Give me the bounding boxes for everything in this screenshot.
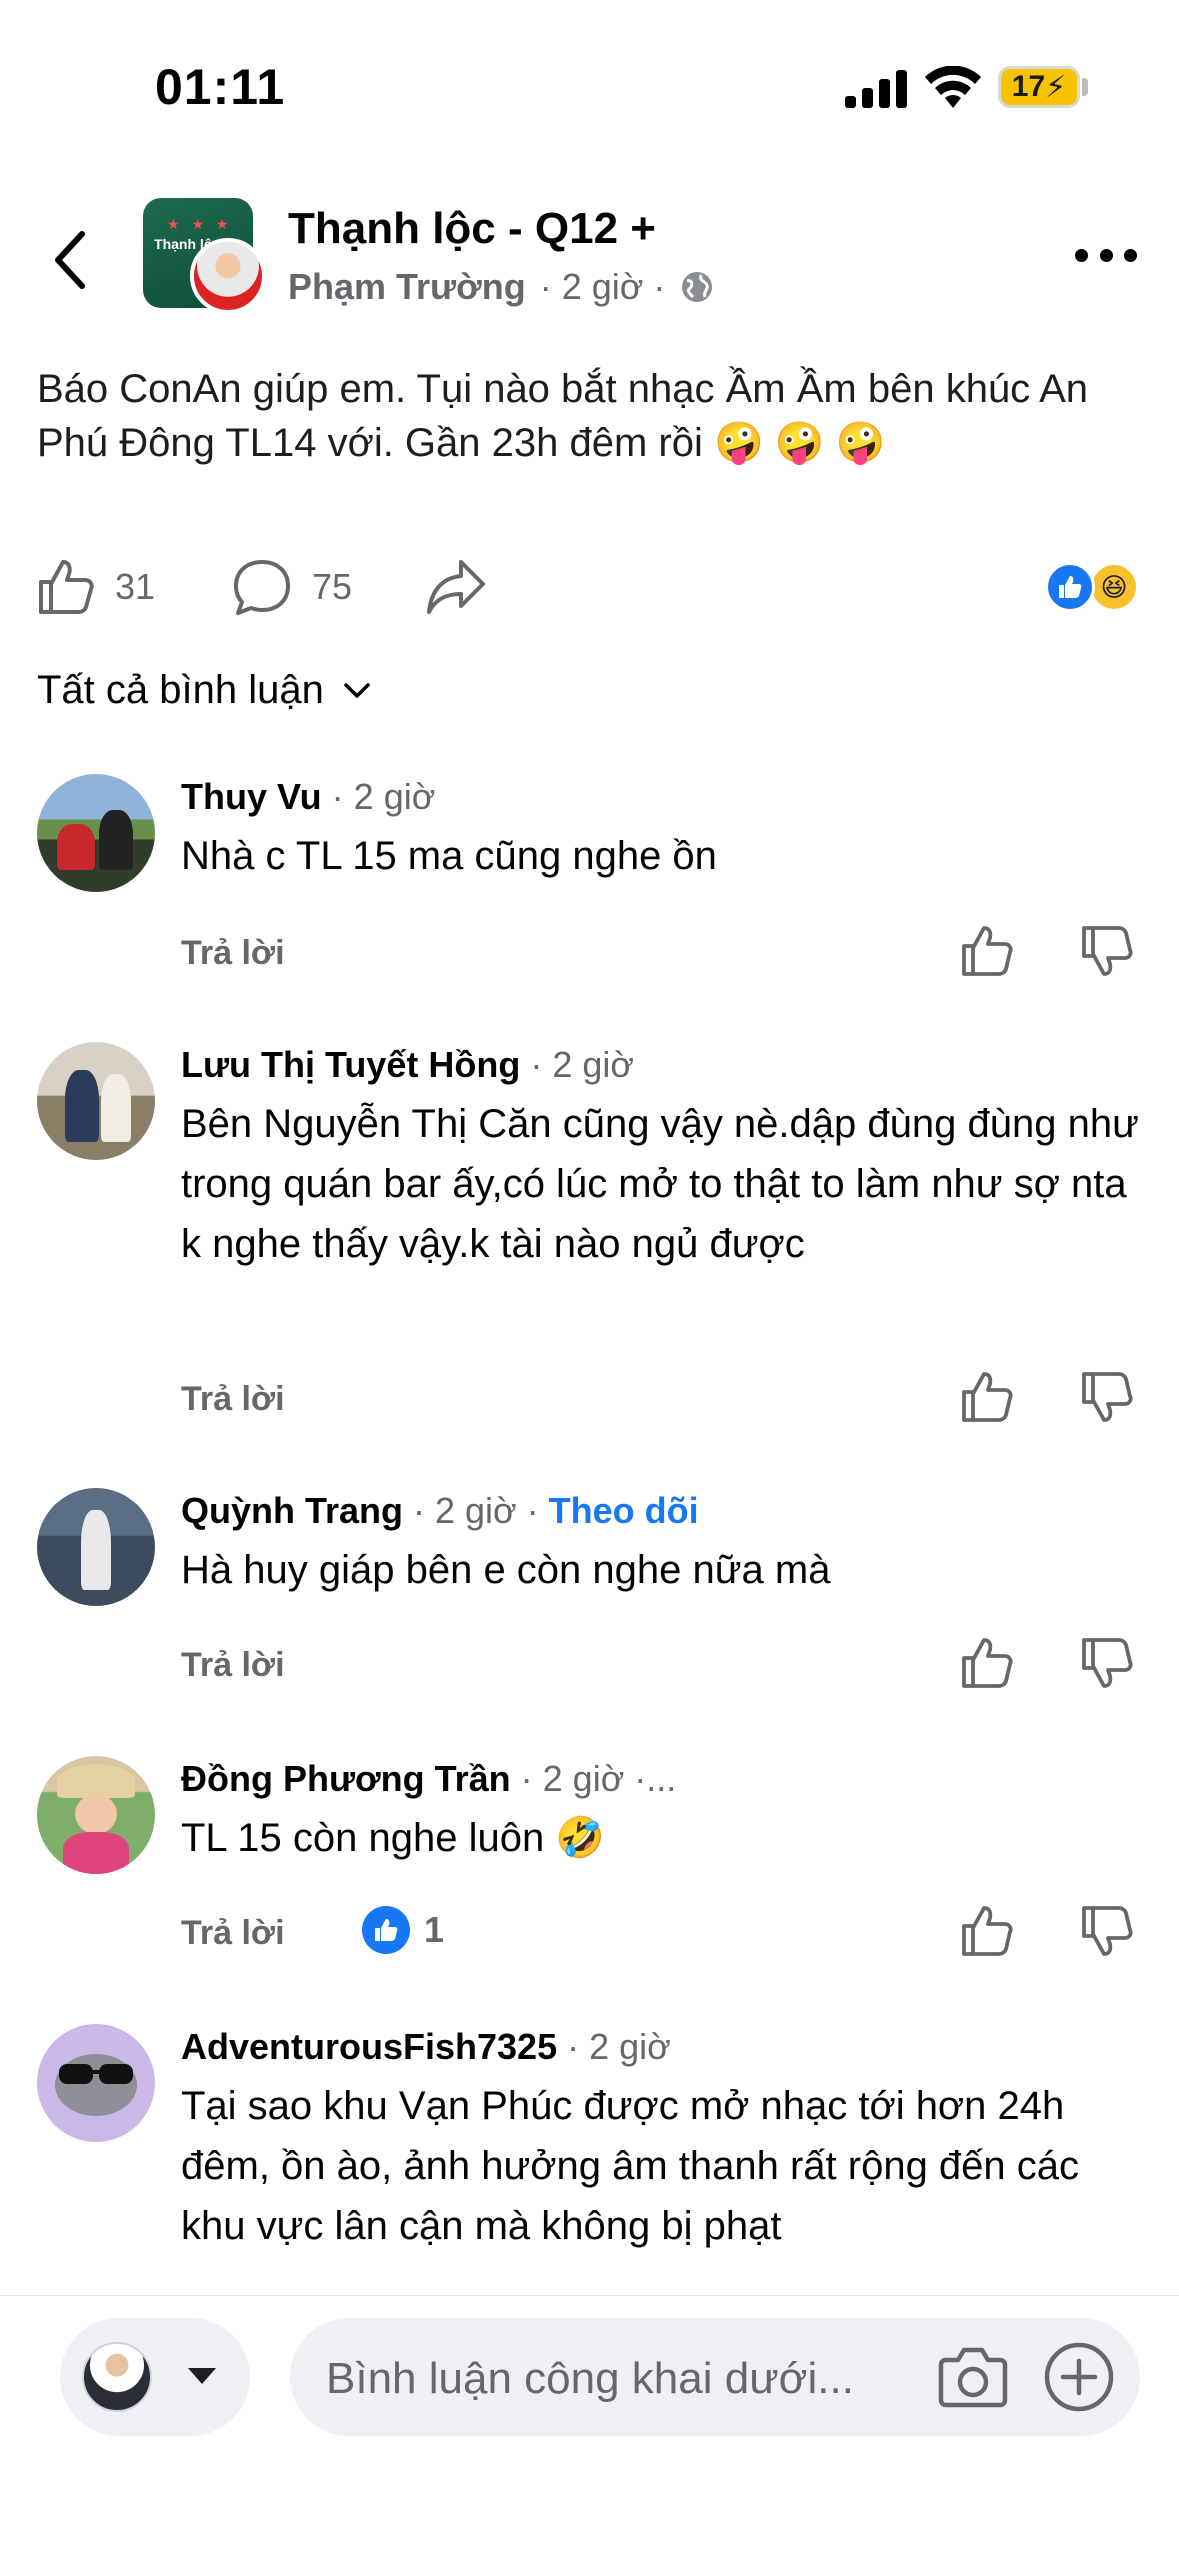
dot xyxy=(1099,248,1113,262)
comment-bubble-icon xyxy=(234,560,290,615)
globe-icon xyxy=(682,272,713,302)
post-meta: Phạm Trường · 2 giờ · xyxy=(288,266,715,308)
commenter-name[interactable]: Đồng Phương Trần xyxy=(181,1758,511,1799)
comment-upvote-icon[interactable] xyxy=(960,1636,1014,1690)
back-button[interactable] xyxy=(40,220,100,300)
battery-icon: 17 ⚡ xyxy=(998,66,1080,108)
more-options-button[interactable] xyxy=(1075,240,1137,270)
cellular-signal-icon xyxy=(845,70,907,108)
flag-decoration: ★ ★ ★ xyxy=(167,216,233,232)
comment-downvote-icon[interactable] xyxy=(1080,1636,1134,1690)
comment-downvote-icon[interactable] xyxy=(1080,924,1134,978)
commenter-avatar[interactable] xyxy=(37,774,155,892)
haha-reaction-icon: 😆 xyxy=(1089,562,1139,612)
comment-header: AdventurousFish7325 · 2 giờ xyxy=(181,2026,671,2068)
share-button[interactable] xyxy=(425,558,487,616)
reply-button[interactable]: Trả lời xyxy=(181,1914,285,1953)
comment-header: Quỳnh Trang · 2 giờ · Theo dõi xyxy=(181,1490,699,1532)
comment-count: 75 xyxy=(312,566,353,607)
like-reaction-icon xyxy=(362,1906,410,1954)
reply-button[interactable]: Trả lời xyxy=(181,1380,285,1419)
commenter-name[interactable]: Lưu Thị Tuyết Hồng xyxy=(181,1044,520,1085)
comment-text: Hà huy giáp bên e còn nghe nữa mà xyxy=(181,1548,831,1592)
comment-text: Bên Nguyễn Thị Căn cũng vậy nè.dập đùng … xyxy=(181,1102,1139,1266)
post-text: Báo ConAn giúp em. Tụi nào bắt nhạc Ầm Ầ… xyxy=(37,367,1089,465)
chevron-down-icon xyxy=(344,682,370,698)
author-name[interactable]: Phạm Trường xyxy=(288,266,526,308)
commenter-avatar[interactable] xyxy=(37,1042,155,1160)
comment-time: · 2 giờ xyxy=(321,776,436,817)
dot xyxy=(1124,248,1137,262)
reaction-count: 1 xyxy=(424,1909,445,1950)
comment-time: · 2 giờ ·... xyxy=(510,1758,677,1799)
like-button[interactable]: 31 xyxy=(37,558,155,616)
commenter-avatar[interactable] xyxy=(37,1756,155,1874)
commenter-name[interactable]: AdventurousFish7325 xyxy=(181,2026,557,2067)
commenter-avatar[interactable] xyxy=(37,1488,155,1606)
like-reaction-icon xyxy=(1045,562,1095,612)
commenter-name[interactable]: Quỳnh Trang xyxy=(181,1490,403,1531)
comment-input[interactable]: Bình luận công khai dưới... xyxy=(290,2318,1140,2436)
comment-text: Tại sao khu Vạn Phúc được mở nhạc tới hơ… xyxy=(181,2084,1080,2248)
camera-icon[interactable] xyxy=(938,2344,1008,2410)
comment-filter-label: Tất cả bình luận xyxy=(37,668,324,712)
status-bar: 01:11 17 ⚡ xyxy=(0,0,1179,175)
comment-upvote-icon[interactable] xyxy=(960,924,1014,978)
comment-button[interactable]: 75 xyxy=(232,558,352,616)
author-avatar[interactable] xyxy=(190,238,266,314)
thumbs-up-icon xyxy=(39,560,94,614)
comment-reaction-summary[interactable]: 1 xyxy=(362,1906,444,1954)
comment-text: TL 15 còn nghe luôn 🤣 xyxy=(181,1816,606,1860)
wifi-icon xyxy=(925,66,981,108)
like-count: 31 xyxy=(115,566,156,607)
comment-placeholder: Bình luận công khai dưới... xyxy=(326,2354,854,2403)
status-time: 01:11 xyxy=(155,59,286,115)
comment-text: Nhà c TL 15 ma cũng nghe ồn xyxy=(181,834,717,878)
reaction-summary[interactable]: 😆 xyxy=(1045,562,1145,614)
comment-header: Thuy Vu · 2 giờ xyxy=(181,776,435,818)
caret-down-icon xyxy=(188,2368,216,2384)
comment-composer: Bình luận công khai dưới... xyxy=(0,2295,1179,2556)
post-header: ★ ★ ★ Thạnh lộc TP Thạnh lộc - Q12 + Phạ… xyxy=(0,190,1179,330)
commenter-avatar[interactable] xyxy=(37,2024,155,2142)
chevron-left-icon xyxy=(55,231,85,289)
reply-button[interactable]: Trả lời xyxy=(181,934,285,973)
comment-header: Đồng Phương Trần · 2 giờ ·... xyxy=(181,1758,676,1800)
comment-upvote-icon[interactable] xyxy=(960,1904,1014,1958)
add-circle-icon[interactable] xyxy=(1042,2340,1116,2414)
follow-button[interactable]: Theo dõi xyxy=(549,1490,699,1531)
comment-time: · 2 giờ · xyxy=(403,1490,549,1531)
battery-tip xyxy=(1082,78,1088,96)
charging-bolt-icon: ⚡ xyxy=(1045,70,1067,104)
identity-switcher[interactable] xyxy=(60,2318,250,2436)
comment-time: · 2 giờ xyxy=(520,1044,635,1085)
comment-header: Lưu Thị Tuyết Hồng · 2 giờ xyxy=(181,1044,634,1086)
comment-time: · 2 giờ xyxy=(557,2026,671,2067)
comment-downvote-icon[interactable] xyxy=(1080,1904,1134,1958)
dot xyxy=(1075,248,1088,262)
post-action-bar: 31 75 😆 xyxy=(0,548,1179,628)
commenter-name[interactable]: Thuy Vu xyxy=(181,776,322,817)
comment-upvote-icon[interactable] xyxy=(960,1370,1014,1424)
comment-filter-dropdown[interactable]: Tất cả bình luận xyxy=(37,668,372,713)
post-time: · 2 giờ · xyxy=(539,266,666,307)
group-name[interactable]: Thạnh lộc - Q12 + xyxy=(288,204,656,254)
reply-button[interactable]: Trả lời xyxy=(181,1646,285,1685)
share-arrow-icon xyxy=(427,560,485,614)
battery-level: 17 xyxy=(1011,70,1046,103)
my-avatar xyxy=(82,2342,152,2412)
comment-downvote-icon[interactable] xyxy=(1080,1370,1134,1424)
